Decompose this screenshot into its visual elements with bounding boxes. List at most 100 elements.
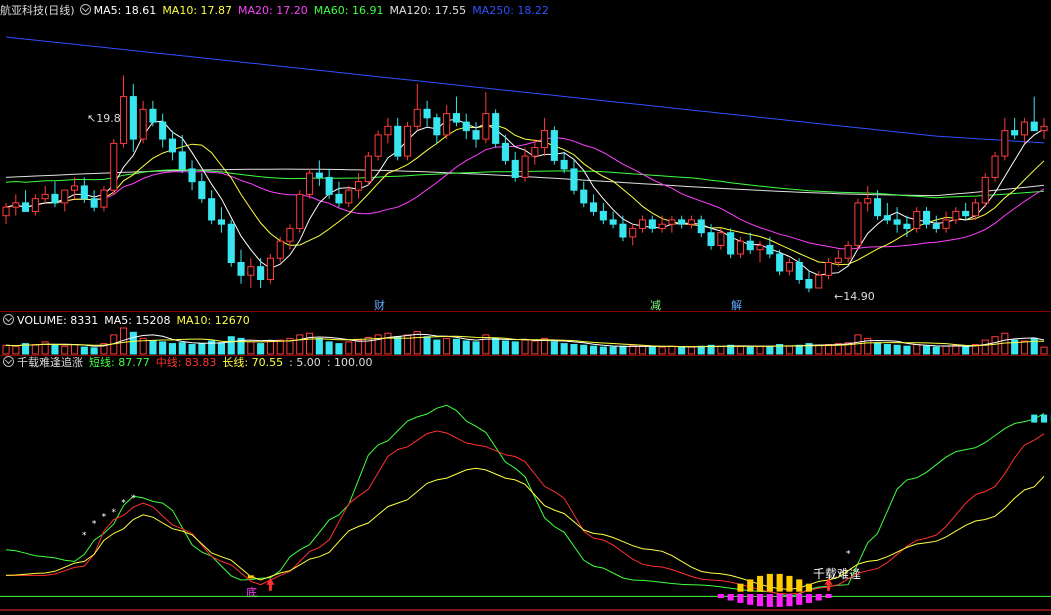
- candle-body: [883, 215, 891, 221]
- volume-bar: [511, 341, 519, 355]
- volume-bar: [599, 346, 607, 355]
- signal-bar: [796, 579, 803, 592]
- volume-bar: [639, 345, 647, 355]
- momentum-bar: [815, 594, 822, 601]
- volume-bar: [90, 347, 98, 355]
- momentum-bar: [757, 594, 764, 607]
- volume-bar: [531, 340, 539, 355]
- signal-bar: [247, 575, 254, 579]
- candle-body: [560, 159, 568, 170]
- volume-bar: [41, 341, 49, 355]
- candle-body: [374, 134, 382, 157]
- momentum-bar: [805, 594, 812, 603]
- stock-chart-window: 航亚科技(日线) MA5: 18.61 MA10: 17.87 MA20: 17.20…: [0, 0, 1051, 615]
- candle-body: [345, 189, 353, 204]
- candle-body: [31, 198, 39, 212]
- candle-body: [599, 210, 607, 221]
- candle-body: [90, 198, 98, 208]
- volume-bar: [51, 344, 59, 355]
- strength-bar: [1031, 414, 1038, 423]
- candle-body: [80, 185, 88, 200]
- momentum-bar: [825, 594, 832, 598]
- candle-body: [590, 202, 598, 212]
- candle-body: [71, 185, 79, 191]
- candle-body: [404, 125, 412, 157]
- candle-body: [942, 219, 950, 229]
- candle-body: [120, 96, 128, 144]
- volume-bar: [355, 339, 363, 355]
- candle-body: [188, 168, 196, 183]
- momentum-bar: [786, 594, 793, 607]
- candle-body: [423, 108, 431, 119]
- volume-bar: [668, 345, 676, 355]
- volume-bar: [550, 341, 558, 355]
- volume-bar: [795, 344, 803, 355]
- volume-bar: [443, 337, 451, 355]
- volume-bar: [932, 346, 940, 355]
- candle-body: [736, 240, 745, 255]
- volume-bar: [717, 345, 725, 355]
- candle-body: [325, 176, 333, 195]
- volume-bar: [247, 341, 255, 355]
- candle-body: [149, 108, 157, 123]
- candle-body: [746, 240, 754, 251]
- volume-bar: [687, 346, 696, 355]
- candle-body: [550, 130, 558, 161]
- volume-bar: [31, 344, 39, 355]
- volume-bar: [785, 345, 794, 355]
- momentum-bar: [796, 594, 803, 605]
- volume-bar: [257, 343, 265, 355]
- volume-bar: [619, 345, 627, 355]
- candle-body: [678, 219, 686, 225]
- volume-bar: [462, 340, 470, 355]
- volume-bar: [472, 341, 480, 355]
- candle-body: [462, 121, 470, 132]
- volume-bar: [736, 345, 745, 355]
- candle-body: [433, 117, 441, 136]
- star-marker: *: [92, 520, 97, 530]
- volume-bar: [188, 344, 196, 355]
- volume-bar: [580, 344, 588, 355]
- volume-bar: [12, 345, 20, 355]
- candle-body: [315, 172, 323, 178]
- mid-line: [6, 430, 1045, 595]
- candle-body: [864, 198, 872, 204]
- volume-bar: [364, 337, 372, 355]
- candle-body: [501, 142, 509, 161]
- signal-bar: [805, 583, 812, 592]
- volume-bar: [306, 332, 314, 355]
- candle-body: [629, 227, 637, 238]
- candle-body: [178, 151, 186, 170]
- volume-bar: [345, 341, 353, 355]
- volume-bar: [766, 345, 774, 355]
- volume-bar: [648, 346, 656, 355]
- candle-body: [237, 262, 245, 276]
- candle-body: [492, 113, 500, 144]
- volume-bar: [854, 334, 862, 355]
- volume-bar: [903, 345, 911, 355]
- signal-bar: [757, 575, 764, 592]
- candle-body: [619, 223, 627, 238]
- volume-bar: [168, 343, 176, 355]
- candle-body: [335, 193, 343, 204]
- candle-body: [227, 223, 235, 263]
- volume-bar: [962, 345, 970, 355]
- chart-canvas: * * * * * * *: [0, 36, 1051, 611]
- volume-bar: [492, 337, 500, 355]
- candle-body: [22, 202, 30, 212]
- candle-body: [472, 130, 480, 140]
- candle-body: [766, 244, 774, 255]
- volume-bar: [71, 344, 79, 355]
- candle-body: [844, 244, 852, 259]
- volume-bar: [893, 344, 901, 355]
- volume-bar: [570, 344, 578, 355]
- signal-bar: [747, 579, 754, 592]
- candle-body: [981, 176, 989, 204]
- candle-body: [394, 125, 402, 157]
- candle-body: [668, 219, 676, 225]
- volume-bar: [325, 341, 333, 355]
- volume-bar: [815, 344, 823, 355]
- candle-body: [306, 172, 314, 195]
- volume-bar: [374, 334, 382, 355]
- momentum-bar: [737, 594, 744, 603]
